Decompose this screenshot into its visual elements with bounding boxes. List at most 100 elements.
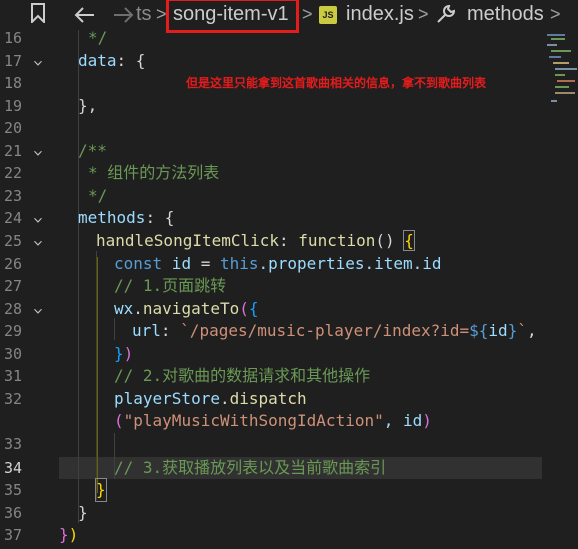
line-number: 35 bbox=[3, 481, 22, 499]
code-line: 25 ⌄ handleSongItemClick: function() { bbox=[0, 230, 578, 252]
code-text: }) bbox=[59, 524, 78, 546]
fold-chevron-icon[interactable]: ⌄ bbox=[27, 230, 49, 252]
punctuation: : bbox=[160, 321, 181, 340]
line-number: 25 bbox=[3, 232, 22, 250]
code-line: 30 }) bbox=[0, 343, 578, 365]
code-line: 18 bbox=[0, 72, 578, 94]
code-line: 28 ⌄ wx.navigateTo({ bbox=[0, 298, 578, 320]
punctuation: : { bbox=[145, 208, 175, 227]
code-text: url: `/pages/music-player/index?id=${id}… bbox=[132, 320, 537, 342]
line-number: 28 bbox=[3, 300, 22, 318]
property-name: url bbox=[132, 321, 161, 340]
code-line: 26 const id = this.properties.item.id bbox=[0, 253, 578, 275]
bracket: { bbox=[248, 299, 259, 318]
line-number: 18 bbox=[3, 74, 22, 92]
breadcrumb-file[interactable]: index.js bbox=[346, 0, 414, 30]
punctuation: : bbox=[279, 231, 299, 250]
line-number: 17 bbox=[3, 52, 22, 70]
punctuation: () bbox=[375, 231, 405, 250]
variable: id bbox=[162, 254, 192, 273]
fold-chevron-icon[interactable]: ⌄ bbox=[27, 207, 49, 229]
punctuation: } bbox=[78, 503, 88, 522]
chevron-right-icon: > bbox=[418, 4, 429, 24]
bracket: } bbox=[114, 344, 124, 363]
object-name: wx bbox=[114, 299, 134, 318]
this-keyword: this bbox=[219, 254, 259, 273]
code-line: 24 ⌄ methods: { bbox=[0, 207, 578, 229]
code-line-current: 34 // 3.获取播放列表以及当前歌曲索引 bbox=[0, 457, 578, 479]
line-number: 22 bbox=[3, 164, 22, 182]
keyword: function bbox=[298, 231, 376, 250]
code-text: const id = this.properties.item.id bbox=[114, 253, 442, 275]
line-number: 37 bbox=[3, 526, 22, 544]
template-string: ` bbox=[517, 321, 527, 340]
comment: // 1.页面跳转 bbox=[114, 276, 227, 295]
function-name: handleSongItemClick bbox=[96, 231, 280, 250]
property-name: data bbox=[78, 51, 117, 70]
template-expression: ${ bbox=[469, 321, 489, 340]
comment: * 组件的方法列表 bbox=[88, 163, 220, 182]
breadcrumb-ts[interactable]: ts bbox=[136, 0, 152, 30]
js-file-icon: JS bbox=[319, 6, 337, 24]
string: "playMusicWithSongIdAction" bbox=[123, 411, 384, 430]
method-name: dispatch bbox=[229, 389, 307, 408]
variable: , id bbox=[383, 411, 423, 430]
property-access: .properties.item.id bbox=[258, 254, 442, 273]
line-number: 33 bbox=[3, 435, 22, 453]
fold-chevron-icon[interactable]: ⌄ bbox=[27, 140, 49, 162]
code-line: 37 }) bbox=[0, 524, 578, 546]
comment: // 2.对歌曲的数据请求和其他操作 bbox=[114, 366, 371, 385]
breadcrumb-symbol[interactable]: methods bbox=[467, 0, 544, 30]
code-text: wx.navigateTo({ bbox=[114, 298, 259, 320]
fold-chevron-icon[interactable]: ⌄ bbox=[27, 50, 49, 72]
comment: */ bbox=[88, 186, 108, 205]
line-number: 27 bbox=[3, 277, 22, 295]
line-number: 30 bbox=[3, 345, 22, 363]
chevron-right-icon: > bbox=[302, 4, 313, 24]
line-number: 19 bbox=[3, 97, 22, 115]
line-number: 23 bbox=[3, 187, 22, 205]
template-string: `/pages/music-player/index?id= bbox=[180, 321, 470, 340]
code-line-wrapped: ("playMusicWithSongIdAction", id) bbox=[0, 410, 578, 432]
code-line: 21 ⌄ /** bbox=[0, 140, 578, 162]
punctuation: : { bbox=[116, 51, 146, 70]
comment: */ bbox=[88, 28, 108, 47]
code-text: methods: { bbox=[78, 207, 174, 229]
punctuation: , bbox=[526, 321, 537, 340]
code-text: data: { bbox=[78, 50, 145, 72]
code-text: }) bbox=[114, 343, 133, 365]
chevron-right-icon: > bbox=[550, 4, 561, 24]
code-line: 16 */ bbox=[0, 27, 578, 49]
code-line: 33 bbox=[0, 433, 578, 455]
code-line: 36 } bbox=[0, 502, 578, 524]
code-line: 19 }, bbox=[0, 95, 578, 117]
line-number: 24 bbox=[3, 209, 22, 227]
operator: = bbox=[191, 254, 220, 273]
line-number: 20 bbox=[3, 119, 22, 137]
code-text: ("playMusicWithSongIdAction", id) bbox=[114, 410, 432, 432]
line-number: 34 bbox=[3, 459, 22, 477]
comment: // 3.获取播放列表以及当前歌曲索引 bbox=[114, 458, 387, 477]
bracket: } bbox=[95, 478, 107, 502]
comment: /** bbox=[78, 141, 107, 160]
chevron-right-icon: > bbox=[156, 4, 167, 24]
punctuation: . bbox=[219, 389, 230, 408]
template-expression: } bbox=[507, 321, 518, 340]
line-number: 32 bbox=[3, 390, 22, 408]
code-line: 27 // 1.页面跳转 bbox=[0, 275, 578, 297]
variable: id bbox=[488, 321, 508, 340]
bracket: { bbox=[403, 230, 415, 251]
method-name: navigateTo bbox=[142, 299, 240, 318]
bracket: ) bbox=[68, 525, 79, 544]
bracket: ( bbox=[114, 411, 124, 430]
punctuation: }, bbox=[78, 96, 98, 115]
code-line: 32 playerStore.dispatch bbox=[0, 388, 578, 410]
breadcrumb: ts > song-item-v1 > JS index.js > method… bbox=[0, 0, 578, 33]
code-line: 35 } bbox=[0, 478, 578, 502]
fold-chevron-icon[interactable]: ⌄ bbox=[27, 298, 49, 320]
line-number: 16 bbox=[3, 29, 22, 47]
object-name: playerStore bbox=[114, 389, 220, 408]
bracket: ) bbox=[123, 344, 134, 363]
line-number: 26 bbox=[3, 255, 22, 273]
code-text: playerStore.dispatch bbox=[114, 388, 307, 410]
